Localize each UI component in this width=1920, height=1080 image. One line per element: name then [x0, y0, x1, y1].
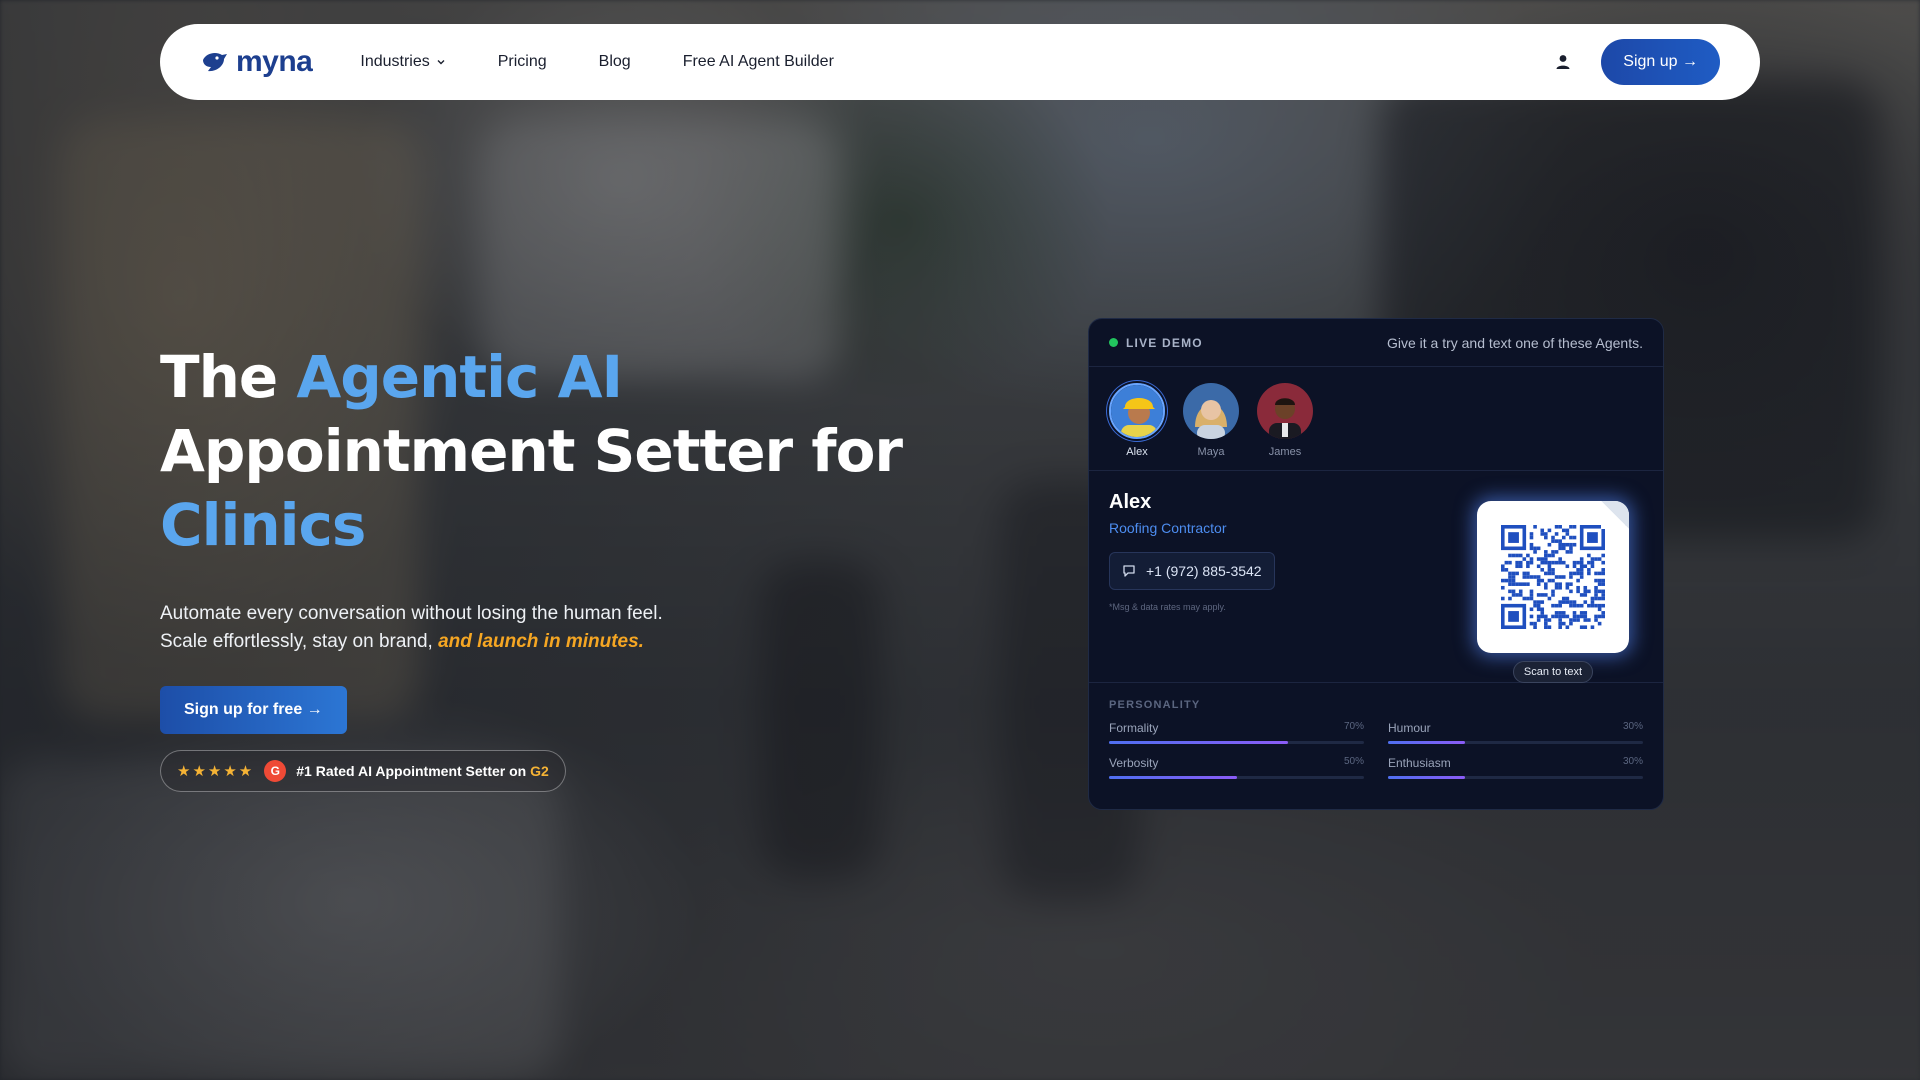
subtitle-line2: Scale effortlessly, stay on brand,	[160, 631, 439, 652]
trait-name: Enthusiasm	[1388, 756, 1451, 770]
subtitle-line1: Automate every conversation without losi…	[160, 603, 663, 624]
headline-accent-clinics: Clinics	[160, 491, 366, 559]
headline-part2: Appointment Setter for	[160, 417, 903, 485]
demo-instruction: Give it a try and text one of these Agen…	[1386, 334, 1643, 351]
personality-label: PERSONALITY	[1109, 699, 1201, 711]
trait-grid: Formality 70% Humour 30% Verbosity 50% Enth…	[1109, 721, 1643, 779]
hero-headline: The Agentic AI Appointment Setter for Cl…	[160, 340, 920, 562]
trait-fill	[1388, 741, 1465, 744]
subtitle-accent: and launch in minutes.	[438, 631, 644, 652]
rated-text: #1 Rated AI Appointment Setter on G2	[296, 763, 549, 779]
hero-subtitle: Automate every conversation without losi…	[160, 600, 920, 656]
live-demo-text: LIVE DEMO	[1126, 335, 1203, 350]
live-status-dot	[1109, 338, 1118, 347]
live-demo-card: LIVE DEMO Give it a try and text one of …	[1088, 318, 1664, 810]
nav-free-ai-agent-builder[interactable]: Free AI Agent Builder	[683, 53, 834, 71]
headline-accent-agentic-ai: Agentic AI	[296, 343, 623, 411]
trait-name: Humour	[1388, 721, 1431, 735]
demo-header: LIVE DEMO Give it a try and text one of …	[1089, 319, 1663, 367]
phone-number-button[interactable]: +1 (972) 885-3542	[1109, 552, 1275, 590]
personality-section: PERSONALITY Formality 70% Humour 30% Verbo…	[1089, 683, 1663, 795]
avatar-james	[1257, 383, 1313, 439]
headline-part1: The	[160, 343, 297, 411]
trait-verbosity: Verbosity 50%	[1109, 756, 1364, 779]
agent-picker: Alex Maya James	[1089, 367, 1663, 471]
message-icon	[1123, 565, 1135, 577]
g2-logo-icon: G	[264, 760, 287, 782]
trait-humour: Humour 30%	[1388, 721, 1643, 744]
agent-name-maya: Maya	[1197, 446, 1225, 458]
trait-track	[1109, 776, 1364, 779]
rated-label: #1 Rated AI Appointment Setter on	[296, 763, 531, 779]
qr-code-icon	[1501, 525, 1605, 629]
trait-formality: Formality 70%	[1109, 721, 1364, 744]
qr-fold-corner	[1601, 501, 1629, 529]
trait-name: Formality	[1109, 721, 1159, 735]
rated-platform: G2	[530, 763, 549, 779]
trait-track	[1388, 741, 1643, 744]
signup-button[interactable]: Sign up →	[1601, 39, 1720, 85]
trait-fill	[1109, 741, 1288, 744]
logo-text: myna	[236, 45, 313, 78]
nav-links: Industries Pricing Blog Free AI Agent Bu…	[360, 53, 834, 71]
rating-stars: ★★★★★	[177, 763, 255, 780]
agent-james[interactable]: James	[1257, 383, 1313, 458]
trait-value: 30%	[1622, 721, 1643, 732]
agent-detail: Alex Roofing Contractor +1 (972) 885-354…	[1089, 471, 1663, 683]
signup-free-button[interactable]: Sign up for free →	[160, 686, 347, 734]
trait-value: 70%	[1343, 721, 1364, 732]
trait-value: 50%	[1343, 756, 1364, 767]
trait-fill	[1388, 776, 1465, 779]
trait-value: 30%	[1622, 756, 1643, 767]
qr-code[interactable]	[1477, 501, 1629, 653]
trait-enthusiasm: Enthusiasm 30%	[1388, 756, 1643, 779]
trait-fill	[1109, 776, 1237, 779]
avatar-maya	[1183, 383, 1239, 439]
phone-number: +1 (972) 885-3542	[1146, 563, 1262, 579]
agent-name-james: James	[1268, 446, 1302, 458]
agent-alex[interactable]: Alex	[1109, 383, 1165, 458]
trait-track	[1388, 776, 1643, 779]
trait-name: Verbosity	[1109, 756, 1159, 770]
scan-to-text-label: Scan to text	[1512, 661, 1593, 683]
g2-rating-badge[interactable]: ★★★★★ G #1 Rated AI Appointment Setter o…	[160, 750, 566, 792]
bird-logo-icon	[203, 52, 227, 72]
nav-industries[interactable]: Industries	[360, 53, 445, 71]
live-demo-label: LIVE DEMO	[1109, 336, 1203, 350]
avatar-alex	[1109, 383, 1165, 439]
chevron-down-icon	[437, 60, 445, 65]
top-navbar: myna Industries Pricing Blog Free AI Age…	[160, 24, 1760, 100]
nav-pricing[interactable]: Pricing	[498, 53, 547, 71]
nav-blog[interactable]: Blog	[599, 53, 631, 71]
nav-industries-label: Industries	[360, 53, 430, 70]
user-icon[interactable]	[1553, 52, 1573, 72]
agent-maya[interactable]: Maya	[1183, 383, 1239, 458]
trait-track	[1109, 741, 1364, 744]
agent-name-alex: Alex	[1126, 446, 1148, 458]
hero-section: The Agentic AI Appointment Setter for Cl…	[160, 340, 920, 792]
logo[interactable]: myna	[200, 45, 313, 79]
